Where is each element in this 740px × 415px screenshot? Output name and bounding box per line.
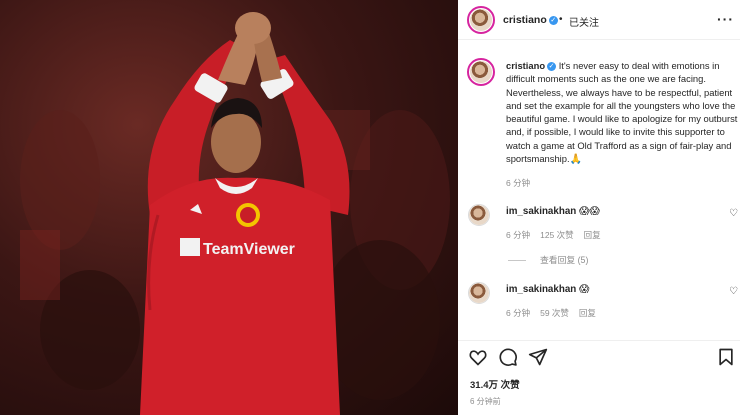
like-heart-icon[interactable] [468,347,488,367]
player-photo-illustration: TeamViewer [20,12,450,415]
comment-avatar-image [469,205,489,225]
view-replies-label: 查看回复 (5) [540,255,589,265]
like-count[interactable]: 31.4万 次赞 [470,377,520,391]
comment-time: 6 分钟 [506,230,531,240]
separator-dot: • [559,14,563,25]
bookmark-save-icon[interactable] [716,347,736,367]
caption-username[interactable]: cristiano [506,60,545,71]
comment-item: im_sakinakhan 😱 [506,284,589,295]
replies-divider-line [508,260,526,262]
author-avatar[interactable] [467,6,495,34]
comment-likes[interactable]: 59 次赞 [540,308,569,318]
comment-text: 😱 [578,284,590,295]
comment-likes[interactable]: 125 次赞 [540,230,574,240]
comment-text: 😱😱 [578,206,600,217]
avatar-image [470,9,492,31]
comment-reply-button[interactable]: 回复 [584,230,601,240]
comment-username[interactable]: im_sakinakhan [506,206,576,217]
action-bar [458,340,740,370]
post-photo: TeamViewer [0,0,458,415]
post-caption: cristiano ✓ It's never easy to deal with … [506,59,738,166]
comment-avatar[interactable] [468,282,490,304]
comment-username[interactable]: im_sakinakhan [506,284,576,295]
caption-avatar[interactable] [467,58,495,86]
comment-bubble-icon[interactable] [498,347,518,367]
caption-emoji: 🙏 [569,154,583,166]
jersey-sponsor-text: TeamViewer [203,241,295,258]
share-send-icon[interactable] [528,347,548,367]
comment-meta: 6 分钟 59 次赞 回复 [506,307,606,319]
view-replies-button[interactable]: 查看回复 (5) [508,253,588,266]
comment-like-heart-icon[interactable]: ♡ [729,208,738,219]
follow-button[interactable]: 已关注 [569,14,599,29]
caption-text: It's never easy to deal with emotions in… [506,60,738,165]
author-username[interactable]: cristiano ✓ [503,14,558,26]
post-detail-panel: cristiano ✓ • 已关注 ··· cristiano ✓ It's nev… [458,0,740,415]
comment-avatar[interactable] [468,204,490,226]
comment-like-heart-icon[interactable]: ♡ [729,286,738,297]
caption-avatar-image [470,61,492,83]
comment-avatar-image [469,283,489,303]
comment-reply-button[interactable]: 回复 [579,308,596,318]
author-username-text: cristiano [503,14,547,26]
post-timestamp: 6 分钟前 [470,397,501,406]
caption-time: 6 分钟 [506,178,531,188]
more-options-icon[interactable]: ··· [717,11,734,27]
post-header: cristiano ✓ • 已关注 ··· [458,0,740,40]
verified-badge-icon: ✓ [548,15,558,25]
comment-time: 6 分钟 [506,308,531,318]
caption-verified-icon: ✓ [547,62,557,72]
comment-item: im_sakinakhan 😱😱 [506,206,600,217]
comment-meta: 6 分钟 125 次赞 回复 [506,229,611,241]
